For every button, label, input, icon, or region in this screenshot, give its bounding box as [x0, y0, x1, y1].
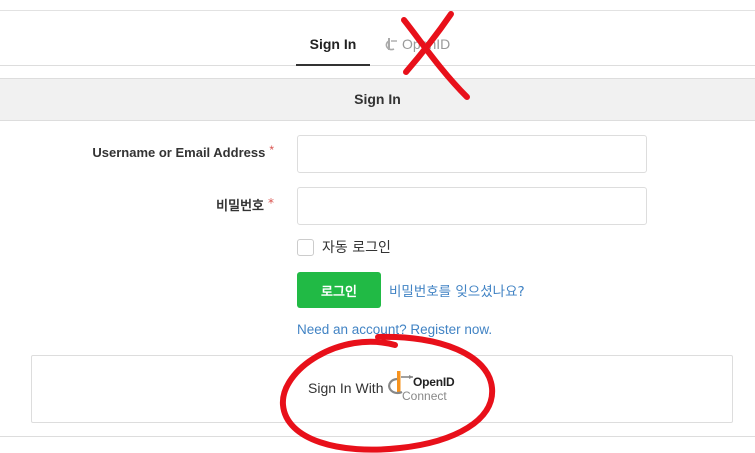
- required-mark: *: [268, 196, 274, 210]
- username-label-text: Username or Email Address: [92, 145, 266, 160]
- forgot-password-link[interactable]: 비밀번호를 잊으셨나요?: [389, 280, 525, 300]
- openid-logo-word: OpenID: [413, 375, 455, 389]
- remember-me-label[interactable]: 자동 로그인: [322, 237, 391, 257]
- login-button[interactable]: 로그인: [297, 272, 381, 308]
- tab-sign-in[interactable]: Sign In: [296, 10, 370, 66]
- openid-signin-text: Sign In With: [308, 380, 384, 396]
- register-link[interactable]: Need an account? Register now.: [297, 322, 492, 337]
- tab-openid[interactable]: OpenID: [384, 10, 450, 66]
- openid-logo-icon: [385, 37, 397, 51]
- remember-me-checkbox[interactable]: [297, 239, 314, 256]
- username-label: Username or Email Address *: [92, 143, 274, 160]
- password-input[interactable]: [297, 187, 647, 225]
- required-mark: *: [269, 143, 274, 157]
- password-label: 비밀번호 *: [216, 195, 274, 214]
- openid-logo-connect: Connect: [402, 389, 447, 403]
- sign-in-header: Sign In: [0, 78, 755, 121]
- username-input[interactable]: [297, 135, 647, 173]
- auth-tabs: Sign In OpenID: [0, 10, 755, 66]
- password-label-text: 비밀번호: [216, 199, 264, 214]
- bottom-divider: [0, 436, 755, 437]
- tab-openid-label: OpenID: [402, 36, 451, 52]
